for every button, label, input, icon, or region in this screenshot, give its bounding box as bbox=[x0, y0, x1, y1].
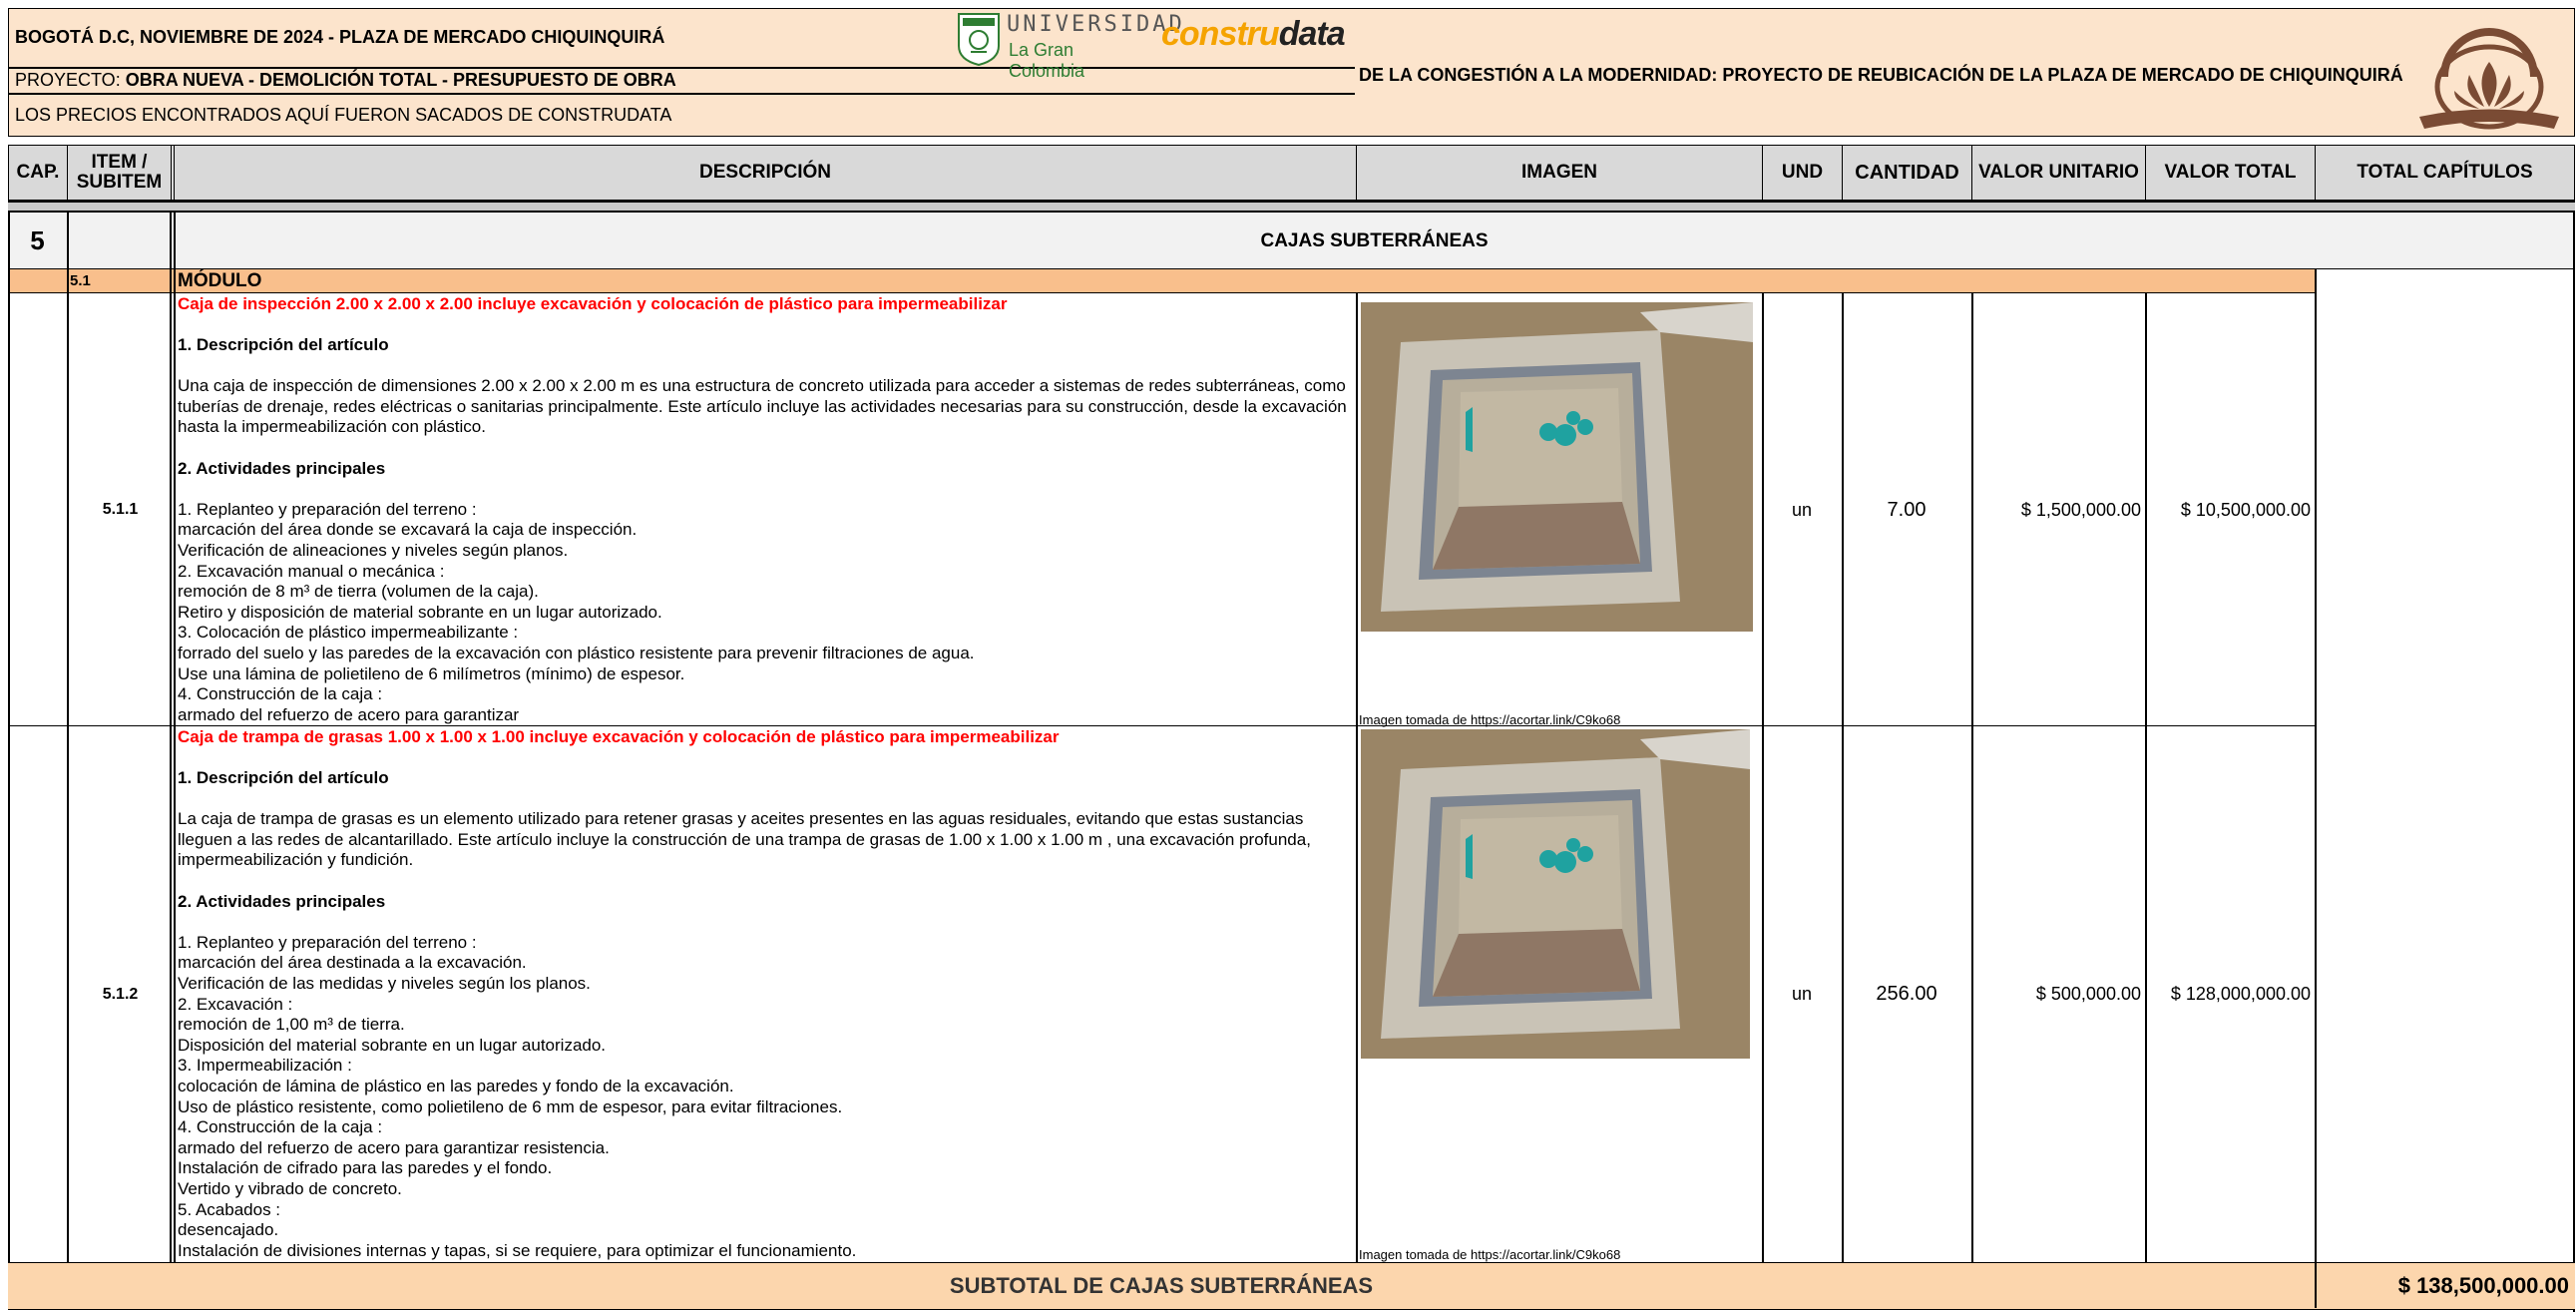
image-caption: Imagen tomada de https://acortar.link/C9… bbox=[1359, 1247, 1621, 1262]
item-code: 5.1.2 bbox=[102, 985, 139, 1003]
header-right: DE LA CONGESTIÓN A LA MODERNIDAD: PROYEC… bbox=[1355, 8, 2575, 137]
item-unit-price: $ 500,000.00 bbox=[2035, 984, 2141, 1004]
grid-line bbox=[174, 213, 176, 1262]
item-title: Caja de inspección 2.00 x 2.00 x 2.00 in… bbox=[178, 294, 1008, 313]
col-valor-total: VALOR TOTAL bbox=[2146, 146, 2316, 200]
grease-trap-photo bbox=[1361, 729, 1750, 1059]
module-title: MÓDULO bbox=[178, 270, 262, 291]
grid-line bbox=[1762, 293, 1764, 1262]
item-total-price: $ 128,000,000.00 bbox=[2170, 984, 2311, 1004]
university-name: UNIVERSIDAD bbox=[1007, 12, 1185, 37]
column-header-row: CAP. ITEM / SUBITEM DESCRIPCIÓN IMAGEN U… bbox=[8, 145, 2575, 201]
grid-line bbox=[1356, 293, 1358, 1262]
chapter-number: 5 bbox=[30, 225, 45, 255]
table-row: 5.1.2 Caja de trampa de grasas 1.00 x 1.… bbox=[8, 726, 2317, 1262]
subtotal-label: SUBTOTAL DE CAJAS SUBTERRÁNEAS bbox=[949, 1272, 1374, 1298]
item-heading-activities: 2. Actividades principales bbox=[178, 458, 386, 478]
col-valor-unitario: VALOR UNITARIO bbox=[1972, 146, 2146, 200]
item-unit-price: $ 1,500,000.00 bbox=[2020, 499, 2141, 520]
col-image: IMAGEN bbox=[1357, 146, 1763, 200]
item-title: Caja de trampa de grasas 1.00 x 1.00 x 1… bbox=[178, 727, 1060, 746]
item-image bbox=[1361, 729, 1750, 1059]
grid-line bbox=[1971, 293, 1973, 1262]
header-project-line: PROYECTO: OBRA NUEVA - DEMOLICIÓN TOTAL … bbox=[15, 70, 676, 90]
header-prices-note: LOS PRECIOS ENCONTRADOS AQUÍ FUERON SACA… bbox=[15, 105, 672, 125]
module-code: 5.1 bbox=[70, 272, 91, 289]
subtotal-row: SUBTOTAL DE CAJAS SUBTERRÁNEAS $ 138,500… bbox=[8, 1262, 2575, 1310]
item-description-text: La caja de trampa de grasas es un elemen… bbox=[178, 809, 1316, 870]
item-image bbox=[1361, 302, 1753, 632]
col-item: ITEM / SUBITEM bbox=[68, 146, 175, 200]
header-left: BOGOTÁ D.C, NOVIEMBRE DE 2024 - PLAZA DE… bbox=[8, 8, 1356, 137]
item-description: Caja de inspección 2.00 x 2.00 x 2.00 in… bbox=[178, 294, 1353, 725]
item-unit: un bbox=[1791, 499, 1813, 520]
university-logo: UNIVERSIDAD La Gran Colombia bbox=[957, 12, 1182, 81]
header-date-line: BOGOTÁ D.C, NOVIEMBRE DE 2024 - PLAZA DE… bbox=[15, 27, 665, 47]
image-caption: Imagen tomada de https://acortar.link/C9… bbox=[1359, 712, 1621, 727]
module-row: 5.1 MÓDULO bbox=[8, 269, 2317, 293]
chapter-title: CAJAS SUBTERRÁNEAS bbox=[1260, 229, 1489, 251]
item-heading-description: 1. Descripción del artículo bbox=[178, 768, 389, 787]
col-und: UND bbox=[1763, 146, 1843, 200]
item-description-text: Una caja de inspección de dimensiones 2.… bbox=[178, 376, 1352, 437]
grid-line bbox=[1842, 293, 1844, 1262]
item-code: 5.1.1 bbox=[102, 501, 139, 518]
item-quantity: 7.00 bbox=[1887, 498, 1927, 521]
col-cap: CAP. bbox=[9, 146, 68, 200]
item-quantity: 256.00 bbox=[1876, 983, 1937, 1005]
table-body: 5 CAJAS SUBTERRÁNEAS 5.1 MÓDULO 5.1.1 Ca… bbox=[8, 213, 2575, 1312]
university-shield-icon bbox=[958, 13, 1000, 66]
market-logo-icon bbox=[2419, 28, 2559, 130]
item-heading-activities: 2. Actividades principales bbox=[178, 891, 386, 911]
item-activities-text: 1. Replanteo y preparación del terreno :… bbox=[178, 499, 975, 724]
item-description: Caja de trampa de grasas 1.00 x 1.00 x 1… bbox=[178, 727, 1353, 1261]
item-activities-text: 1. Replanteo y preparación del terreno :… bbox=[178, 932, 857, 1260]
inspection-box-photo bbox=[1361, 302, 1753, 632]
grid-line bbox=[2145, 293, 2147, 1262]
table-row: 5.1.1 Caja de inspección 2.00 x 2.00 x 2… bbox=[8, 293, 2317, 727]
col-total-capitulos: TOTAL CAPÍTULOS bbox=[2316, 146, 2574, 200]
grid-line bbox=[67, 213, 69, 1262]
university-subname: La Gran Colombia bbox=[1009, 40, 1085, 81]
item-total-price: $ 10,500,000.00 bbox=[2180, 499, 2311, 520]
grid-line bbox=[8, 213, 10, 1262]
col-description: DESCRIPCIÓN bbox=[175, 146, 1357, 200]
header-separator bbox=[8, 201, 2575, 213]
item-heading-description: 1. Descripción del artículo bbox=[178, 335, 389, 354]
grid-line bbox=[170, 213, 172, 1262]
col-cantidad: CANTIDAD bbox=[1843, 146, 1972, 200]
subtotal-value: $ 138,500,000.00 bbox=[2397, 1272, 2569, 1298]
grid-line bbox=[2315, 269, 2317, 1262]
project-title: DE LA CONGESTIÓN A LA MODERNIDAD: PROYEC… bbox=[1359, 65, 2403, 85]
chapter-row: 5 CAJAS SUBTERRÁNEAS bbox=[8, 213, 2575, 269]
construdata-logo: construdata bbox=[1161, 15, 1346, 53]
grid-line bbox=[2573, 213, 2575, 1312]
item-unit: un bbox=[1791, 984, 1813, 1004]
